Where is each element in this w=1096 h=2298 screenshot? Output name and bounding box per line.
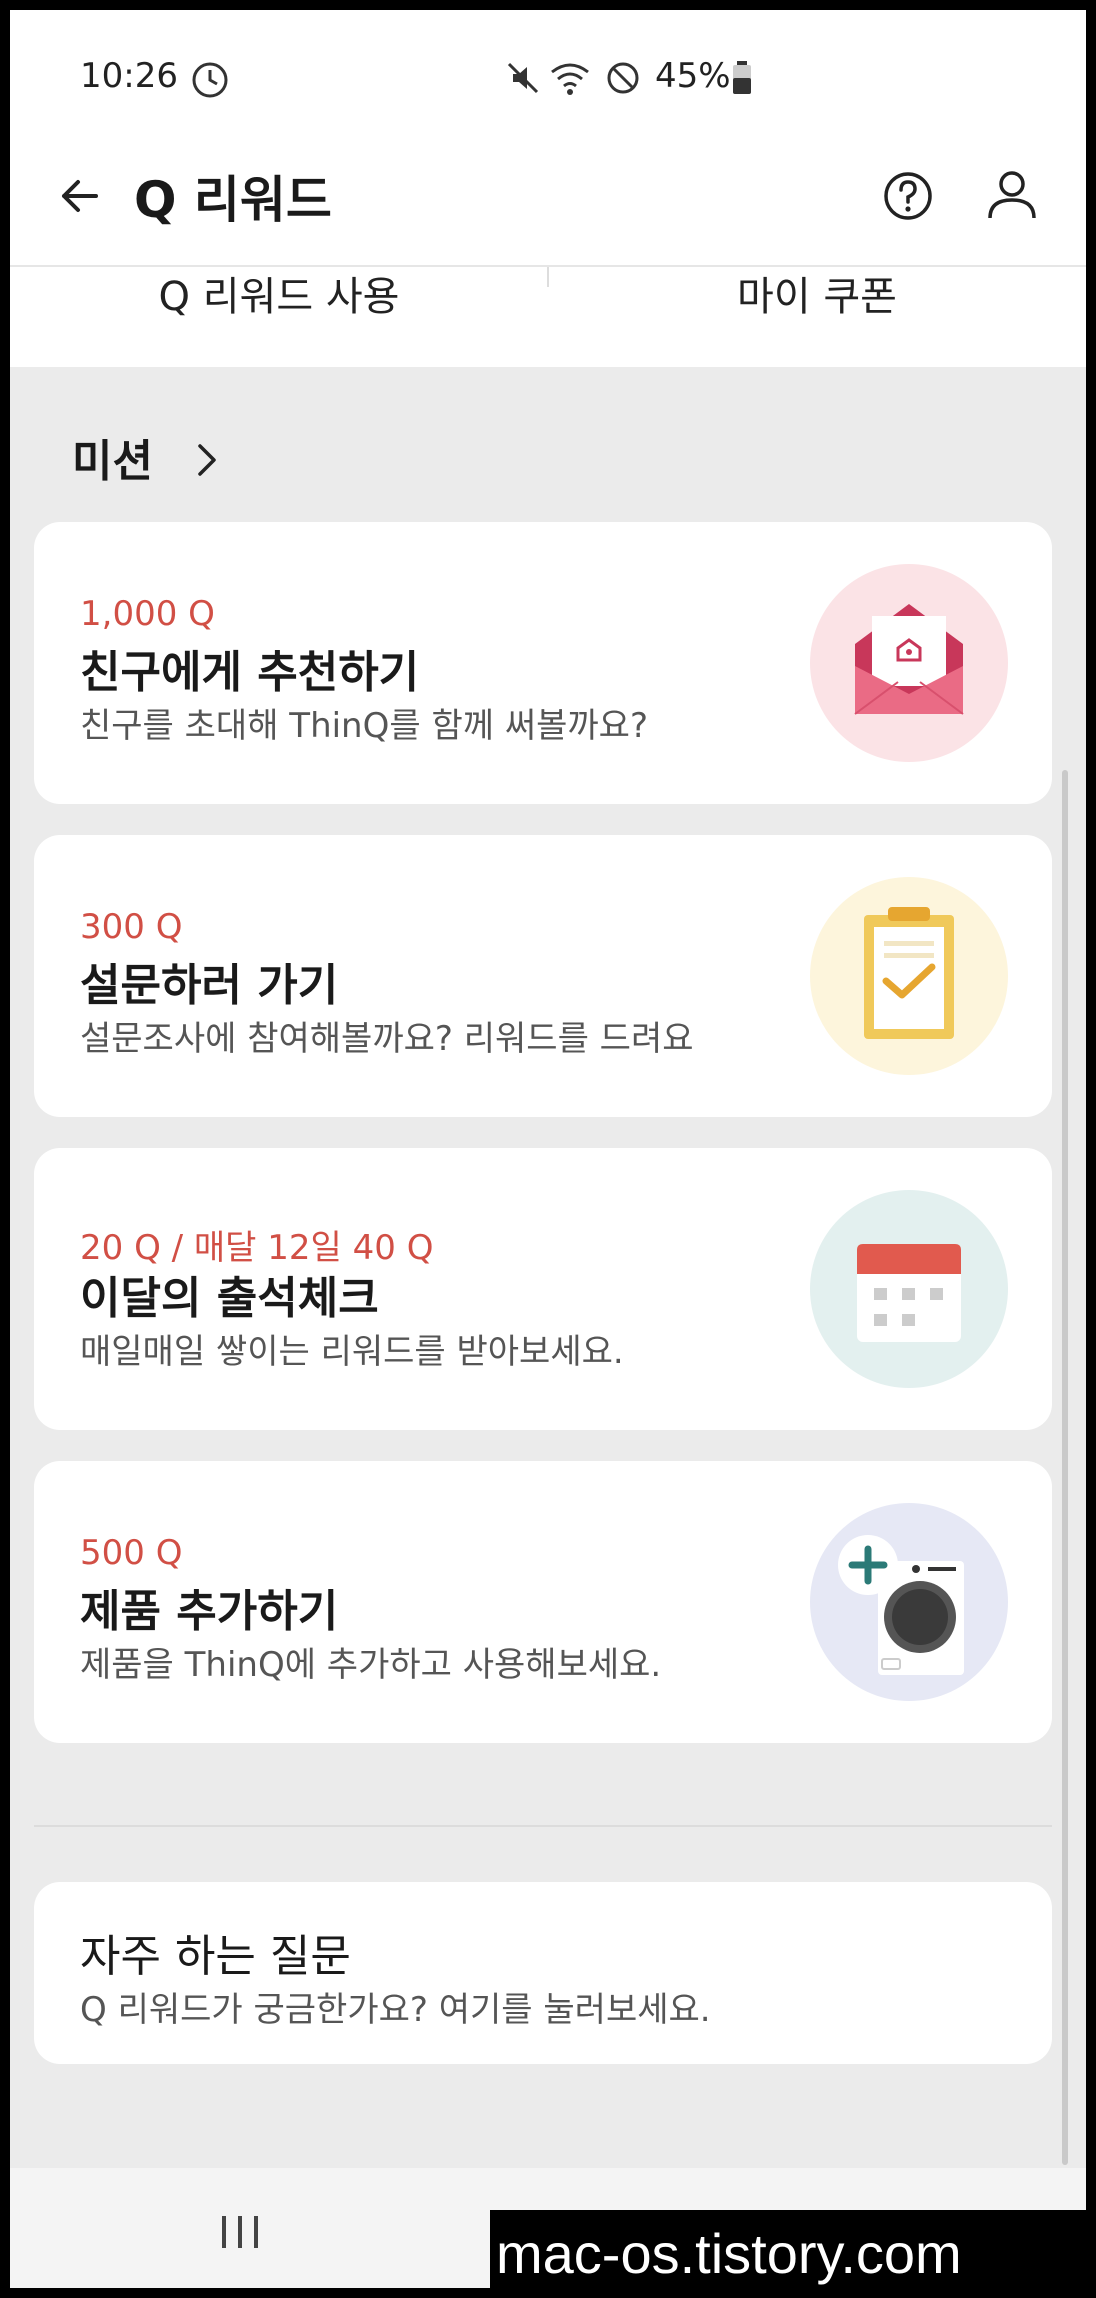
tab-my-coupon[interactable]: 마이 쿠폰 [548,267,1086,367]
reward-tabs: Q 리워드 사용 마이 쿠폰 [10,265,1086,367]
phone-screen: 10:26 45% Q 리워드 Q 리워드 사용 마이 쿠폰 미션 1,000 … [10,10,1086,2288]
mission-card-attendance[interactable]: 20 Q / 매달 12일 40 Q 이달의 출석체크 매일매일 쌓이는 리워드… [34,1148,1052,1430]
mission-title: 친구에게 추천하기 [80,647,420,698]
chevron-right-icon[interactable] [192,442,222,478]
watermark: mac-os.tistory.com [490,2210,1092,2298]
mission-title: 이달의 출석체크 [80,1273,379,1324]
mission-description: 설문조사에 참여해볼까요? 리워드를 드려요 [80,1019,694,1059]
scrollbar[interactable] [1062,770,1068,2165]
mission-points: 500 Q [80,1533,183,1573]
back-arrow-icon[interactable] [50,166,110,226]
faq-description: Q 리워드가 궁금한가요? 여기를 눌러보세요. [80,1990,711,2030]
help-icon[interactable] [878,166,938,226]
battery-icon [733,61,751,94]
mission-description: 친구를 초대해 ThinQ를 함께 써볼까요? [80,706,648,746]
profile-icon[interactable] [982,164,1042,224]
mission-section-title[interactable]: 미션 [72,425,153,489]
mission-card-survey[interactable]: 300 Q 설문하러 가기 설문조사에 참여해볼까요? 리워드를 드려요 [34,835,1052,1117]
mission-title: 제품 추가하기 [80,1586,339,1637]
status-time: 10:26 [80,56,178,96]
faq-title: 자주 하는 질문 [80,1931,351,1982]
mission-card-add-product[interactable]: 500 Q 제품 추가하기 제품을 ThinQ에 추가하고 사용해보세요. [34,1461,1052,1743]
clipboard-check-icon [810,877,1008,1075]
recents-icon[interactable] [220,2212,260,2252]
mission-title: 설문하러 가기 [80,960,339,1011]
tab-q-reward-use[interactable]: Q 리워드 사용 [10,267,548,367]
battery-percent: 45% [655,56,731,96]
mute-icon [507,62,539,94]
status-bar: 10:26 45% [10,10,1086,130]
mission-card-recommend[interactable]: 1,000 Q 친구에게 추천하기 친구를 초대해 ThinQ를 함께 써볼까요… [34,522,1052,804]
mission-description: 매일매일 쌓이는 리워드를 받아보세요. [80,1332,624,1372]
mission-points: 1,000 Q [80,594,215,634]
section-divider [34,1825,1052,1827]
calendar-icon [810,1190,1008,1388]
app-bar: Q 리워드 [10,130,1086,265]
washer-add-icon [810,1503,1008,1701]
mission-description: 제품을 ThinQ에 추가하고 사용해보세요. [80,1645,662,1685]
page-title: Q 리워드 [134,171,332,229]
do-not-disturb-icon [607,62,639,94]
faq-card[interactable]: 자주 하는 질문 Q 리워드가 궁금한가요? 여기를 눌러보세요. [34,1882,1052,2064]
wifi-icon [551,63,589,95]
mission-points: 300 Q [80,907,183,947]
envelope-icon [810,564,1008,762]
alarm-clock-icon [192,62,228,98]
